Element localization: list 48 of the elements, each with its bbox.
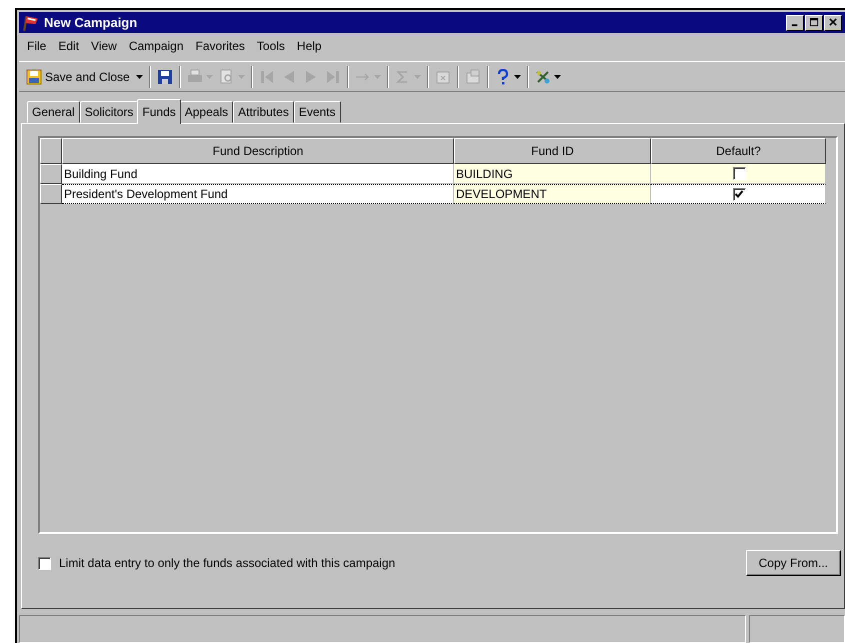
caret-icon — [206, 74, 213, 79]
properties-icon — [464, 68, 481, 85]
maximize-button[interactable] — [805, 14, 823, 31]
first-record-icon — [258, 68, 275, 85]
table-cell[interactable]: BUILDING — [454, 164, 651, 184]
window-title: New Campaign — [44, 15, 138, 30]
printer-icon — [186, 68, 203, 85]
minimize-button[interactable] — [786, 14, 804, 31]
tab[interactable]: General — [27, 101, 80, 124]
tab[interactable]: Appeals — [180, 101, 234, 124]
table-cell[interactable]: Building Fund — [62, 164, 454, 184]
tab[interactable]: Attributes — [233, 101, 294, 124]
tab[interactable]: Events — [294, 101, 341, 124]
menu-item[interactable]: Campaign — [122, 39, 190, 54]
menu-item[interactable]: Tools — [250, 39, 291, 54]
menu-item[interactable]: Help — [290, 39, 328, 54]
caret-icon — [374, 74, 381, 79]
save-and-close-button[interactable]: Save and Close — [23, 66, 133, 87]
checkbox[interactable] — [732, 167, 746, 180]
caret-icon — [238, 74, 245, 79]
checkbox-label: Limit data entry to only the funds associated with this campaign — [59, 556, 396, 570]
close-icon — [828, 18, 838, 28]
flag-icon — [22, 14, 40, 32]
menu-item[interactable]: Edit — [52, 39, 86, 54]
column-header[interactable]: Fund Description — [62, 138, 454, 164]
caret-icon — [514, 74, 521, 79]
caret-icon — [136, 74, 143, 79]
menu-item[interactable]: File — [21, 39, 52, 54]
column-header[interactable]: Fund ID — [454, 138, 651, 164]
row-header[interactable] — [40, 184, 62, 204]
maximize-icon — [810, 18, 818, 28]
delete-icon — [434, 68, 451, 85]
checkbox[interactable] — [732, 188, 746, 201]
copy-from-button[interactable]: Copy From... — [746, 550, 841, 576]
last-record-icon — [324, 68, 341, 85]
column-header[interactable]: Default? — [651, 138, 826, 164]
checkbox[interactable] — [38, 556, 51, 570]
table-cell[interactable]: President's Development Fund — [62, 184, 454, 204]
tools-icon — [534, 68, 551, 85]
menu-item[interactable]: View — [85, 39, 123, 54]
caret-icon — [554, 74, 561, 79]
row-header[interactable] — [40, 164, 62, 184]
caret-icon — [414, 74, 421, 79]
table-cell[interactable]: DEVELOPMENT — [454, 184, 651, 204]
tab[interactable]: Funds — [137, 99, 181, 124]
close-button[interactable] — [824, 14, 842, 31]
menu-item[interactable]: Favorites — [190, 39, 251, 54]
tab[interactable]: Solicitors — [80, 101, 138, 124]
